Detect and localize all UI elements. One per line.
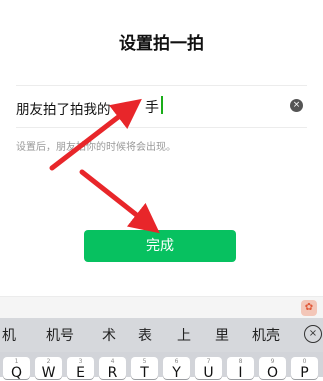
- candidate-item[interactable]: 上: [177, 325, 191, 345]
- candidate-item[interactable]: 术: [102, 325, 116, 345]
- divider-top: [16, 85, 307, 86]
- text-caret: [161, 96, 163, 114]
- candidate-bar: 机 机号 术 表 上 里 机壳 ×: [0, 318, 323, 352]
- key-o[interactable]: 9 O: [259, 357, 286, 381]
- key-number-hint: 3: [78, 358, 83, 365]
- key-w[interactable]: 2 W: [35, 357, 62, 381]
- candidate-item[interactable]: 里: [215, 325, 229, 345]
- clear-icon[interactable]: ×: [290, 99, 303, 112]
- key-q[interactable]: 1 Q: [3, 357, 30, 381]
- page-title: 设置拍一拍: [119, 34, 204, 54]
- key-number-hint: 5: [142, 358, 147, 365]
- key-number-hint: 4: [110, 358, 115, 365]
- key-r[interactable]: 4 R: [99, 357, 126, 381]
- key-letter: E: [76, 365, 85, 381]
- close-candidates-icon[interactable]: ×: [304, 325, 322, 343]
- candidate-item[interactable]: 机壳: [252, 325, 280, 345]
- key-letter: P: [300, 365, 309, 381]
- key-letter: I: [238, 365, 243, 381]
- pat-suffix-input[interactable]: 手: [145, 97, 159, 117]
- key-e[interactable]: 3 E: [67, 357, 94, 381]
- key-letter: U: [203, 365, 214, 381]
- key-letter: R: [107, 365, 118, 381]
- field-prefix-label: 朋友拍了拍我的: [16, 102, 111, 118]
- key-letter: T: [140, 365, 149, 381]
- key-number-hint: 9: [270, 358, 275, 365]
- sticker-icon[interactable]: ✿: [301, 300, 317, 316]
- done-button[interactable]: 完成: [84, 230, 236, 262]
- key-u[interactable]: 7 U: [195, 357, 222, 381]
- key-number-hint: 1: [14, 358, 19, 365]
- key-t[interactable]: 5 T: [131, 357, 158, 381]
- candidate-item[interactable]: 表: [138, 325, 152, 345]
- key-number-hint: 0: [302, 358, 307, 365]
- key-i[interactable]: 8 I: [227, 357, 254, 381]
- key-number-hint: 2: [46, 358, 51, 365]
- annotation-arrow-done: [79, 169, 160, 234]
- key-p[interactable]: 0 P: [291, 357, 318, 381]
- key-letter: W: [41, 365, 56, 381]
- candidate-item[interactable]: 机号: [46, 325, 74, 345]
- divider-bottom: [16, 127, 307, 128]
- key-letter: Q: [10, 365, 23, 381]
- keyboard-toolbar: ✿: [0, 296, 323, 319]
- key-y[interactable]: 6 Y: [163, 357, 190, 381]
- hint-text: 设置后，朋友拍你的时候将会出现。: [16, 142, 176, 153]
- pat-suffix-field[interactable]: 朋友拍了拍我的 手 ×: [16, 92, 303, 120]
- key-number-hint: 6: [174, 358, 179, 365]
- key-number-hint: 7: [206, 358, 211, 365]
- keyboard: 1 Q 2 W 3 E 4 R 5 T 6 Y 7 U 8 I 9 O 0 P: [0, 352, 323, 381]
- key-number-hint: 8: [238, 358, 243, 365]
- key-letter: Y: [172, 365, 181, 381]
- candidate-item[interactable]: 机: [2, 325, 16, 345]
- key-letter: O: [266, 365, 279, 381]
